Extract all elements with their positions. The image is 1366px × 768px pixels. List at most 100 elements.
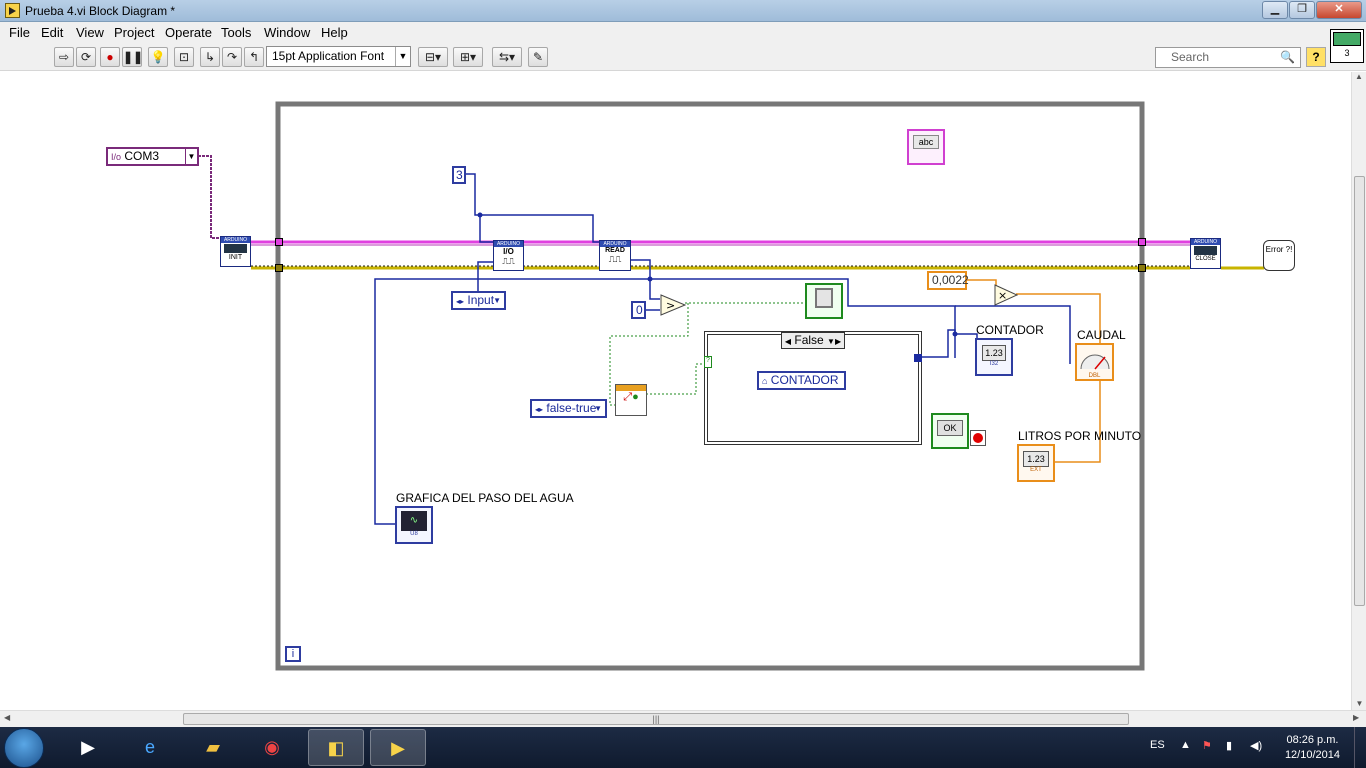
error-tunnel-left[interactable] xyxy=(275,264,283,272)
start-button[interactable] xyxy=(4,728,44,768)
vi-icon[interactable]: 3 xyxy=(1330,29,1364,63)
mech-action-enum[interactable]: ◂▸ false-true ▼ xyxy=(530,399,607,418)
retain-wire-values-icon[interactable]: ⊡ xyxy=(174,47,194,67)
multiply-icon[interactable]: × xyxy=(994,284,1018,306)
menu-bar: File Edit View Project Operate Tools Win… xyxy=(0,22,1366,43)
menu-help[interactable]: Help xyxy=(321,25,348,40)
vertical-scroll-thumb[interactable] xyxy=(1354,176,1365,606)
sticky-notes-icon[interactable]: ◧ xyxy=(308,729,364,766)
highlight-execution-icon[interactable]: 💡 xyxy=(148,47,168,67)
menu-edit[interactable]: Edit xyxy=(41,25,63,40)
font-selector-value: 15pt Application Font xyxy=(272,49,385,63)
case-selector-value: False xyxy=(794,333,824,347)
close-button[interactable]: ✕ xyxy=(1316,1,1362,19)
action-center-icon[interactable]: ⚑ xyxy=(1202,739,1212,752)
litros-label: LITROS POR MINUTO xyxy=(1018,429,1142,443)
media-player-icon[interactable]: ▶ xyxy=(60,729,116,766)
menu-window[interactable]: Window xyxy=(264,25,310,40)
case-selector[interactable]: ◀ False ▼▶ xyxy=(781,332,845,349)
step-out-icon[interactable]: ↰ xyxy=(244,47,264,67)
caudal-gauge-indicator[interactable]: DBL xyxy=(1075,343,1114,381)
loop-iteration-terminal[interactable]: i xyxy=(285,646,301,662)
scroll-up-icon[interactable]: ▲ xyxy=(1352,72,1366,81)
mech-action-value: false-true xyxy=(546,401,597,415)
menu-view[interactable]: View xyxy=(76,25,104,40)
font-selector[interactable]: 15pt Application Font ▼ xyxy=(266,46,411,67)
labview-taskbar-icon[interactable]: ▶ xyxy=(370,729,426,766)
error-tunnel-right[interactable] xyxy=(1138,264,1146,272)
pin-mode-enum[interactable]: ◂▸ Input ▼ xyxy=(451,291,506,310)
abort-icon[interactable]: ● xyxy=(100,47,120,67)
clock[interactable]: 08:26 p.m. 12/10/2014 xyxy=(1285,733,1340,763)
scroll-right-icon[interactable]: ▶ xyxy=(1353,713,1359,722)
factor-constant[interactable]: 0,0022 xyxy=(927,271,969,290)
case-prev-icon[interactable]: ◀ xyxy=(785,337,791,346)
step-over-icon[interactable]: ↷ xyxy=(222,47,242,67)
litros-indicator[interactable]: 1.23 EXT xyxy=(1017,444,1055,482)
contador-value: 1.23 xyxy=(982,345,1006,361)
caudal-label: CAUDAL xyxy=(1077,328,1126,342)
maximize-button[interactable]: ❐ xyxy=(1289,1,1315,19)
language-indicator[interactable]: ES xyxy=(1150,739,1165,751)
arduino-close-node[interactable]: ARDUINO CLOSE xyxy=(1190,238,1221,269)
align-objects-icon[interactable]: ⊟▾ xyxy=(418,47,448,67)
resource-tunnel-right[interactable] xyxy=(1138,238,1146,246)
search-input[interactable]: Search 🔍 xyxy=(1155,47,1301,68)
contador-indicator[interactable]: 1.23 I32 xyxy=(975,338,1013,376)
boolean-crossing-node[interactable]: ⤢● xyxy=(615,384,647,416)
arduino-header: ARDUINO xyxy=(221,237,250,243)
show-desktop-button[interactable] xyxy=(1354,727,1366,768)
volume-icon[interactable]: ◀) xyxy=(1250,739,1262,752)
horizontal-scrollbar[interactable]: ◀ ||| ▶ xyxy=(0,710,1366,727)
arduino-read-node[interactable]: ARDUINO READ ⎍⎍ xyxy=(599,240,631,271)
run-icon[interactable]: ⇨ xyxy=(54,47,74,67)
search-icon: 🔍 xyxy=(1280,50,1295,64)
case-selector-terminal[interactable]: ? xyxy=(704,356,712,368)
menu-operate[interactable]: Operate xyxy=(165,25,212,40)
context-help-button[interactable]: ? xyxy=(1306,47,1326,67)
network-icon[interactable]: ▮ xyxy=(1226,739,1232,752)
case-output-tunnel[interactable] xyxy=(914,354,922,362)
scroll-down-icon[interactable]: ▼ xyxy=(1352,699,1366,708)
arduino-io-node[interactable]: ARDUINO I/O ⎍⎍ xyxy=(493,240,524,271)
chevron-down-icon: ▼ xyxy=(594,404,602,413)
pause-icon[interactable]: ❚❚ xyxy=(122,47,143,67)
constant-zero[interactable]: 0 xyxy=(631,301,646,319)
greater-than-icon[interactable]: > xyxy=(660,294,686,316)
boolean-indicator[interactable] xyxy=(805,283,843,319)
clock-date: 12/10/2014 xyxy=(1284,749,1340,761)
constant-three[interactable]: 3 xyxy=(452,166,466,184)
scroll-left-icon[interactable]: ◀ xyxy=(4,713,10,722)
block-diagram-canvas[interactable]: I/o COM3 ▼ ARDUINO INIT 3 ARDUINO I/O ⎍⎍… xyxy=(0,72,1351,710)
simple-error-handler-node[interactable]: Error ?! xyxy=(1263,240,1295,271)
wires-layer xyxy=(198,101,1264,671)
visa-resource-constant[interactable]: I/o COM3 ▼ xyxy=(106,147,199,166)
chrome-icon[interactable]: ◉ xyxy=(244,729,300,766)
chevron-down-icon[interactable]: ▼▶ xyxy=(827,337,841,346)
menu-project[interactable]: Project xyxy=(114,25,154,40)
internet-explorer-icon[interactable]: e xyxy=(122,729,178,766)
waveform-chart-indicator[interactable]: ∿ U8 xyxy=(395,506,433,544)
string-indicator[interactable]: abc xyxy=(907,129,945,165)
arduino-init-node[interactable]: ARDUINO INIT xyxy=(220,236,251,267)
visa-resource-value: COM3 xyxy=(124,149,160,163)
horizontal-scroll-thumb[interactable]: ||| xyxy=(183,713,1129,725)
menu-tools[interactable]: Tools xyxy=(221,25,251,40)
run-continuously-icon[interactable]: ⟳ xyxy=(76,47,96,67)
ok-button-terminal[interactable]: OK xyxy=(931,413,969,449)
file-explorer-icon[interactable]: ▰ xyxy=(185,729,241,766)
reorder-icon[interactable]: ⇆▾ xyxy=(492,47,522,67)
vi-icon-number: 3 xyxy=(1344,48,1350,58)
step-into-icon[interactable]: ↳ xyxy=(200,47,220,67)
show-hidden-icons[interactable]: ▲ xyxy=(1180,739,1191,751)
minimize-button[interactable]: ▁ xyxy=(1262,1,1288,19)
stop-terminal[interactable] xyxy=(970,430,986,446)
contador-local-variable[interactable]: ⌂ CONTADOR xyxy=(757,371,846,390)
enum-arrows-icon: ◂▸ xyxy=(456,297,465,306)
resource-tunnel-left[interactable] xyxy=(275,238,283,246)
distribute-objects-icon[interactable]: ⊞▾ xyxy=(453,47,483,67)
grafica-label: GRAFICA DEL PASO DEL AGUA xyxy=(396,491,574,505)
clean-up-diagram-icon[interactable]: ✎ xyxy=(528,47,548,67)
menu-file[interactable]: File xyxy=(9,25,30,40)
vertical-scrollbar[interactable]: ▲ ▼ xyxy=(1351,72,1366,710)
